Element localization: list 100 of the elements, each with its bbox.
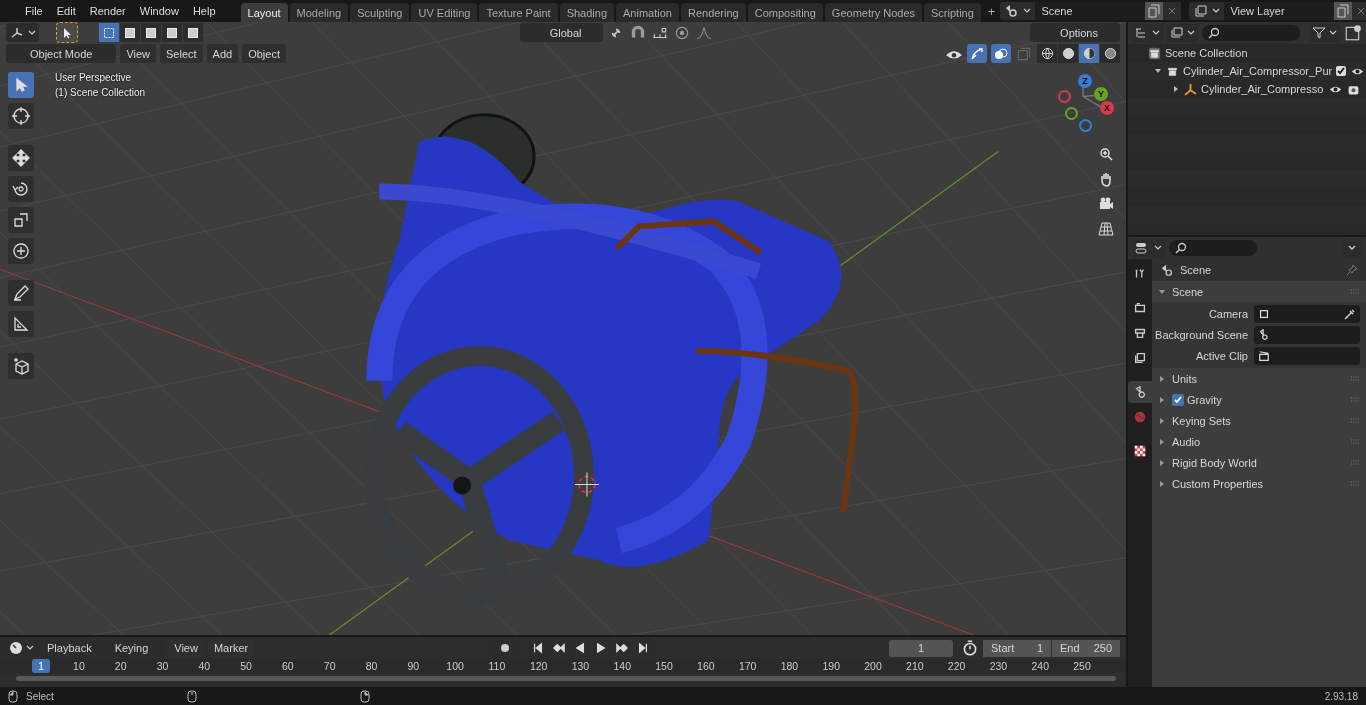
move-tool-button[interactable] — [8, 145, 34, 171]
add-workspace-button[interactable]: + — [982, 3, 1001, 19]
search-field[interactable] — [1169, 240, 1257, 256]
negative-axis-dot[interactable] — [1079, 119, 1092, 132]
exclude-checkbox[interactable] — [1336, 66, 1347, 76]
pin-icon[interactable] — [1346, 264, 1358, 276]
scale-tool-button[interactable] — [8, 207, 34, 233]
workspace-tab[interactable]: UV Editing — [411, 3, 478, 22]
negative-axis-dot[interactable] — [1058, 90, 1071, 103]
panel-header[interactable]: Gravity — [1187, 393, 1222, 406]
workspace-tab[interactable]: Scripting — [924, 3, 981, 22]
workspace-tab[interactable]: Compositing — [747, 3, 823, 22]
editor-type-button[interactable] — [6, 23, 39, 42]
gizmo-toggle[interactable] — [967, 44, 987, 63]
new-collection-icon[interactable] — [1344, 24, 1362, 42]
workspace-tab[interactable]: Shading — [559, 3, 615, 22]
collapsed-arrow-icon[interactable] — [1158, 479, 1166, 488]
pencil-button[interactable] — [8, 280, 34, 306]
workspace-tab[interactable]: Texture Paint — [479, 3, 558, 22]
viewport-menu[interactable]: Select — [160, 44, 203, 63]
copy-icon[interactable] — [1334, 2, 1353, 20]
search-field[interactable] — [1202, 25, 1300, 41]
collapsed-arrow-icon[interactable] — [1158, 437, 1166, 446]
rotate-tool-button[interactable] — [8, 176, 34, 202]
copy-icon[interactable] — [1145, 2, 1164, 20]
collapsed-arrow-icon[interactable] — [1172, 85, 1180, 93]
end-frame-field[interactable]: End 250 — [1052, 639, 1120, 657]
collapsed-arrow-icon[interactable] — [1158, 374, 1166, 383]
view-layer-browse-button[interactable] — [1189, 2, 1225, 20]
menu-item[interactable]: Window — [132, 5, 186, 17]
collapsed-arrow-icon[interactable] — [1158, 458, 1166, 467]
workspace-tab[interactable]: Rendering — [680, 3, 746, 22]
properties-tab[interactable] — [1128, 381, 1152, 403]
shading-mode-button[interactable] — [1058, 44, 1078, 63]
workspace-tab[interactable]: Animation — [616, 3, 679, 22]
ruler-button[interactable] — [8, 311, 34, 337]
viewport-menu[interactable]: View — [120, 44, 157, 63]
outliner-item[interactable]: Cylinder_Air_Compresso — [1201, 83, 1325, 95]
transform-tool-button[interactable] — [8, 238, 34, 264]
outliner-item[interactable]: Scene Collection — [1165, 47, 1360, 59]
drag-handle-icon[interactable] — [1350, 459, 1360, 466]
timeline-scrollbar[interactable] — [16, 676, 1116, 681]
workspace-tab[interactable]: Layout — [240, 3, 288, 22]
overlay-toggle[interactable] — [991, 44, 1011, 63]
scene-browse-button[interactable] — [1000, 2, 1036, 20]
mode-dropdown[interactable]: Object Mode — [6, 44, 117, 63]
data-block-field[interactable] — [1254, 347, 1360, 365]
panel-checkbox[interactable] — [1172, 393, 1184, 406]
panel-header[interactable]: Audio — [1172, 435, 1201, 448]
outliner-item[interactable]: Cylinder_Air_Compressor_Pur — [1183, 65, 1333, 77]
current-frame-marker[interactable]: 1 — [32, 659, 50, 673]
editor-type-button[interactable] — [1132, 238, 1165, 258]
select-tool-button[interactable] — [8, 72, 34, 98]
expanded-arrow-icon[interactable] — [1158, 287, 1166, 296]
panel-header[interactable]: Keying Sets — [1172, 414, 1231, 427]
collapsed-arrow-icon[interactable] — [1158, 395, 1166, 404]
menu-item[interactable]: Render — [82, 5, 133, 17]
hand-icon[interactable] — [1098, 171, 1114, 187]
drag-handle-icon[interactable] — [1350, 375, 1360, 382]
filter-button[interactable] — [1309, 23, 1340, 43]
select-mode-button[interactable] — [120, 23, 140, 42]
drag-handle-icon[interactable] — [1350, 480, 1360, 487]
view-layer-name-field[interactable]: View Layer — [1224, 2, 1335, 20]
drag-handle-icon[interactable] — [1350, 417, 1360, 424]
workspace-tab[interactable]: Sculpting — [350, 3, 410, 22]
zoom-icon[interactable] — [1098, 146, 1114, 162]
menu-item[interactable]: File — [18, 5, 50, 17]
panel-header[interactable]: Units — [1172, 372, 1198, 385]
drag-handle-icon[interactable] — [1350, 438, 1360, 445]
3d-cursor-icon[interactable] — [574, 472, 600, 497]
cursor-tool-button[interactable] — [8, 103, 34, 129]
shading-mode-button[interactable] — [1079, 44, 1099, 63]
select-mode-button[interactable] — [162, 23, 182, 42]
negative-axis-dot[interactable] — [1065, 107, 1078, 120]
drag-handle-icon[interactable] — [1350, 396, 1360, 403]
options-dropdown[interactable] — [1342, 238, 1362, 258]
select-mode-button[interactable] — [183, 23, 203, 42]
panel-header[interactable]: Custom Properties — [1172, 477, 1264, 490]
workspace-tab[interactable]: Modeling — [289, 3, 349, 22]
drag-handle-icon[interactable] — [1350, 288, 1360, 295]
shading-mode-button[interactable] — [1037, 44, 1057, 63]
options-dropdown[interactable]: Options — [1030, 23, 1120, 42]
panel-header[interactable]: Scene — [1172, 285, 1204, 298]
expanded-arrow-icon[interactable] — [1154, 67, 1162, 75]
grid-icon[interactable] — [1098, 221, 1114, 237]
data-block-field[interactable] — [1254, 326, 1360, 344]
camera-icon[interactable] — [1098, 196, 1114, 212]
workspace-tab[interactable]: Geometry Nodes — [824, 3, 922, 22]
select-mode-button[interactable] — [141, 23, 161, 42]
stopwatch-icon[interactable] — [961, 639, 979, 657]
panel-header[interactable]: Rigid Body World — [1172, 456, 1257, 469]
select-tool-button[interactable] — [57, 23, 77, 42]
axis-label[interactable]: Y — [1094, 87, 1108, 101]
eyedropper-icon[interactable] — [1344, 308, 1356, 320]
scene-name-field[interactable]: Scene — [1035, 2, 1146, 20]
viewport-menu[interactable]: Add — [206, 44, 239, 63]
collapsed-arrow-icon[interactable] — [1158, 416, 1166, 425]
axis-label[interactable]: X — [1100, 101, 1114, 115]
start-frame-field[interactable]: Start 1 — [983, 639, 1051, 657]
display-mode-button[interactable] — [1132, 23, 1163, 43]
